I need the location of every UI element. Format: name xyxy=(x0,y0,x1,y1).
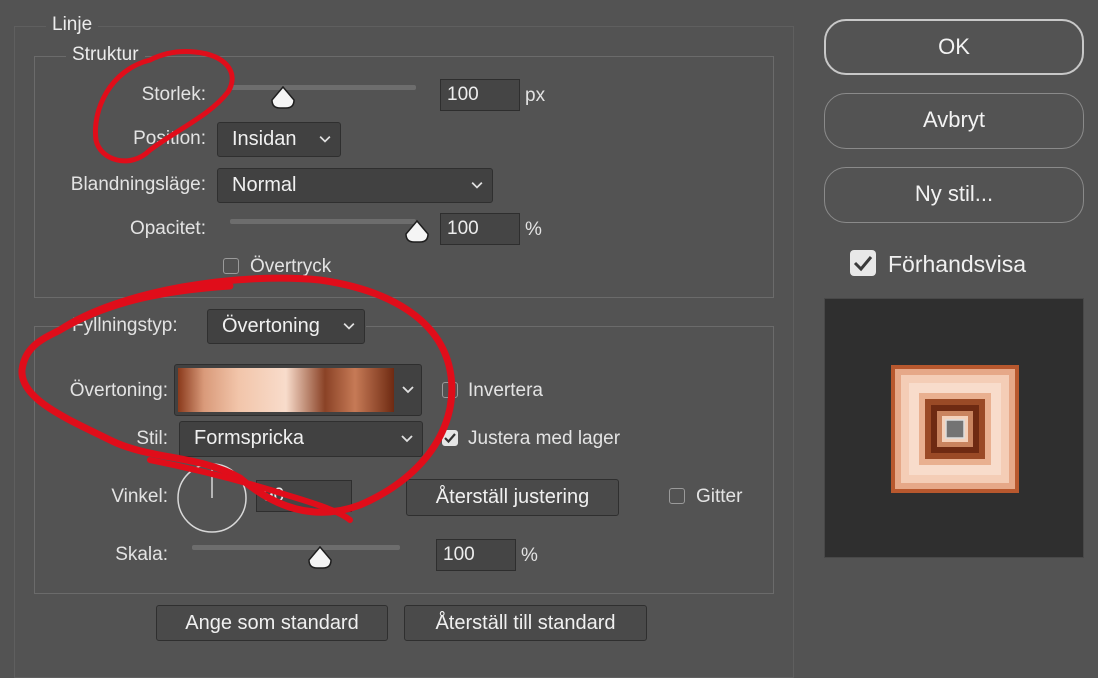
opacity-input[interactable] xyxy=(440,213,520,245)
invert-checkbox[interactable] xyxy=(442,382,458,398)
scale-input[interactable] xyxy=(436,539,516,571)
ok-button[interactable]: OK xyxy=(824,19,1084,75)
dither-checkbox[interactable] xyxy=(669,488,685,504)
blend-label: Blandningsläge: xyxy=(70,174,206,195)
fill-type-value: Övertoning xyxy=(222,315,320,337)
chevron-down-icon xyxy=(343,322,355,330)
reset-align-button[interactable]: Återställ justering xyxy=(406,479,619,516)
opacity-slider-thumb[interactable] xyxy=(404,220,430,244)
chevron-down-icon[interactable] xyxy=(401,365,415,415)
preview-thumbnail xyxy=(891,365,1019,493)
position-label: Position: xyxy=(133,128,206,149)
size-slider-track[interactable] xyxy=(230,85,416,90)
align-label: Justera med lager xyxy=(468,428,621,449)
style-value: Formspricka xyxy=(194,427,305,449)
fill-type-select[interactable]: Övertoning xyxy=(207,309,365,344)
position-select[interactable]: Insidan xyxy=(217,122,341,157)
scale-slider-thumb[interactable] xyxy=(307,546,333,570)
checkmark-icon xyxy=(444,433,456,444)
scale-slider-track[interactable] xyxy=(192,545,400,550)
size-input[interactable] xyxy=(440,79,520,111)
size-unit: px xyxy=(525,85,546,106)
invert-label: Invertera xyxy=(468,380,543,401)
preview-label: Förhandsvisa xyxy=(888,251,1027,277)
style-select[interactable]: Formspricka xyxy=(179,421,423,457)
scale-label: Skala: xyxy=(115,544,168,565)
reset-default-button[interactable]: Återställ till standard xyxy=(404,605,647,641)
size-label: Storlek: xyxy=(141,84,206,105)
angle-input[interactable] xyxy=(256,480,352,512)
chevron-down-icon xyxy=(319,135,331,143)
overprint-checkbox[interactable] xyxy=(223,258,239,274)
opacity-slider-track[interactable] xyxy=(230,219,416,224)
cancel-button[interactable]: Avbryt xyxy=(824,93,1084,149)
size-slider-thumb[interactable] xyxy=(270,86,296,110)
angle-label: Vinkel: xyxy=(111,486,168,507)
gradient-label: Övertoning: xyxy=(69,380,168,401)
new-style-button[interactable]: Ny stil... xyxy=(824,167,1084,223)
blend-value: Normal xyxy=(232,174,297,196)
overprint-label: Övertryck xyxy=(250,256,332,277)
set-default-button[interactable]: Ange som standard xyxy=(156,605,388,641)
preview-area xyxy=(824,298,1084,558)
scale-unit: % xyxy=(521,545,538,566)
chevron-down-icon xyxy=(401,435,413,443)
opacity-label: Opacitet: xyxy=(129,218,206,239)
style-label: Stil: xyxy=(136,428,168,449)
position-value: Insidan xyxy=(232,128,297,150)
align-checkbox[interactable] xyxy=(442,430,458,446)
chevron-down-icon xyxy=(471,181,483,189)
opacity-unit: % xyxy=(525,219,542,240)
gradient-swatch[interactable] xyxy=(178,368,394,412)
checkmark-icon xyxy=(853,256,873,272)
preview-checkbox[interactable] xyxy=(850,250,876,276)
gradient-picker[interactable] xyxy=(174,364,422,416)
struktur-legend: Struktur xyxy=(66,44,145,66)
fill-type-label: Fyllningstyp: xyxy=(72,315,178,336)
dither-label: Gitter xyxy=(696,486,743,507)
linje-title: Linje xyxy=(46,14,99,36)
angle-dial[interactable] xyxy=(176,462,248,534)
blend-select[interactable]: Normal xyxy=(217,168,493,203)
